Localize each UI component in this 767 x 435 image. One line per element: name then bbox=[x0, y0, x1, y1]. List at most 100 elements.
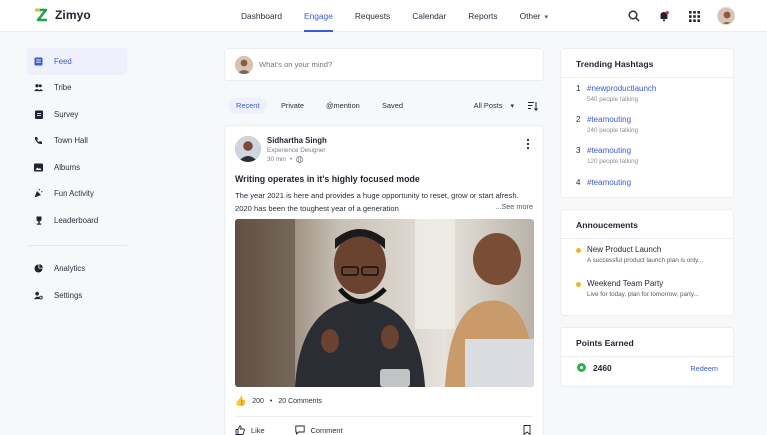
sidebar-item-albums[interactable]: Albums bbox=[27, 154, 127, 181]
trending-tag[interactable]: #newproductlaunch bbox=[587, 84, 656, 93]
sidebar-item-tribe[interactable]: Tribe bbox=[27, 75, 127, 102]
posts-filter-select[interactable]: All Posts ▾ bbox=[474, 98, 514, 114]
post-meta: 30 min • bbox=[267, 156, 304, 163]
comment-button[interactable]: Comment bbox=[294, 425, 343, 435]
app-logo[interactable]: Zimyo bbox=[33, 7, 91, 23]
trending-rank: 1 bbox=[576, 84, 581, 93]
dot-separator: • bbox=[269, 398, 273, 405]
sidebar-item-label: Town Hall bbox=[54, 136, 88, 146]
points-coin-icon bbox=[577, 363, 586, 372]
sidebar-item-label: Survey bbox=[54, 109, 79, 119]
sidebar-item-settings[interactable]: Settings bbox=[27, 282, 127, 309]
globe-icon bbox=[296, 156, 304, 163]
post-image[interactable] bbox=[235, 219, 534, 387]
post-author-role: Experience Designer bbox=[267, 147, 326, 154]
user-avatar[interactable] bbox=[717, 7, 735, 25]
announcement-dot bbox=[576, 248, 581, 253]
nav-other[interactable]: Other ▾ bbox=[520, 0, 548, 32]
sidebar-item-feed[interactable]: Feed bbox=[27, 48, 127, 75]
people-icon bbox=[34, 83, 43, 92]
post-title: Writing operates in it's highly focused … bbox=[235, 174, 420, 184]
filter-tab-saved[interactable]: Saved bbox=[374, 98, 411, 114]
sidebar-item-survey[interactable]: Survey bbox=[27, 101, 127, 128]
nav-reports[interactable]: Reports bbox=[468, 0, 497, 32]
like-button[interactable]: Like bbox=[235, 425, 265, 435]
party-icon bbox=[34, 189, 43, 198]
sidebar-item-leaderboard[interactable]: Leaderboard bbox=[27, 207, 127, 234]
sidebar-item-fun-activity[interactable]: Fun Activity bbox=[27, 181, 127, 208]
sort-icon[interactable] bbox=[528, 101, 538, 111]
clipboard-icon bbox=[34, 110, 43, 119]
post-time: 30 min bbox=[267, 156, 286, 163]
feed-post: Sidhartha Singh Experience Designer 30 m… bbox=[224, 125, 544, 435]
redeem-link[interactable]: Redeem bbox=[690, 364, 718, 373]
post-author-name[interactable]: Sidhartha Singh bbox=[267, 136, 327, 145]
trending-hashtags-card: Trending Hashtags 1 #newproductlaunch 54… bbox=[560, 48, 734, 198]
post-divider bbox=[235, 416, 533, 417]
more-options-icon[interactable] bbox=[525, 138, 531, 150]
sidebar-item-label: Albums bbox=[54, 162, 80, 172]
top-bar: Zimyo Dashboard Engage Requests Calendar… bbox=[0, 0, 767, 32]
feed-icon bbox=[34, 57, 43, 66]
nav-dashboard[interactable]: Dashboard bbox=[241, 0, 282, 32]
app-name: Zimyo bbox=[55, 8, 91, 22]
composer-input[interactable] bbox=[259, 60, 519, 69]
sidebar-item-label: Leaderboard bbox=[54, 215, 99, 225]
notification-bell-icon[interactable] bbox=[657, 9, 671, 23]
comment-label: Comment bbox=[310, 425, 343, 435]
post-actions: Like Comment bbox=[235, 425, 343, 435]
card-divider bbox=[561, 238, 733, 239]
analytics-icon bbox=[34, 264, 43, 273]
image-icon bbox=[34, 163, 43, 172]
nav-requests[interactable]: Requests bbox=[355, 0, 390, 32]
points-value: 2460 bbox=[593, 363, 612, 373]
nav-other-label: Other bbox=[519, 11, 541, 21]
card-title: Points Earned bbox=[576, 338, 634, 348]
comments-count[interactable]: 20 Comments bbox=[278, 398, 322, 405]
post-composer[interactable] bbox=[224, 48, 544, 81]
announcement-title[interactable]: Weekend Team Party bbox=[587, 279, 663, 288]
sidebar: Feed Tribe Survey Town Hall Albums Fun A… bbox=[27, 48, 127, 309]
reactions-count[interactable]: 200 bbox=[252, 398, 264, 405]
bookmark-icon[interactable] bbox=[523, 425, 531, 435]
sidebar-item-label: Settings bbox=[54, 290, 83, 300]
trending-tag[interactable]: #teamouting bbox=[587, 115, 631, 124]
trending-rank: 4 bbox=[576, 178, 581, 187]
sidebar-item-label: Feed bbox=[54, 56, 72, 66]
trending-count: 240 people talking bbox=[587, 127, 639, 134]
see-more-link[interactable]: ...See more bbox=[495, 202, 533, 211]
trending-count: 540 people talking bbox=[587, 96, 639, 103]
filter-tab-mention[interactable]: @mention bbox=[318, 98, 368, 114]
card-title: Annoucements bbox=[576, 220, 639, 230]
announcement-summary: Live for today, plan for tomorrow, party… bbox=[587, 291, 699, 298]
trending-count: 120 people talking bbox=[587, 158, 639, 165]
announcement-title[interactable]: New Product Launch bbox=[587, 245, 661, 254]
thumbs-up-emoji-icon: 👍 bbox=[235, 396, 247, 406]
sidebar-item-town-hall[interactable]: Town Hall bbox=[27, 128, 127, 155]
sidebar-divider bbox=[27, 244, 127, 246]
nav-calendar[interactable]: Calendar bbox=[412, 0, 446, 32]
trending-tag[interactable]: #teamouting bbox=[587, 178, 631, 187]
phone-icon bbox=[34, 136, 43, 145]
chevron-down-icon: ▾ bbox=[544, 14, 549, 21]
trending-list: 1 #newproductlaunch 540 people talking 2… bbox=[561, 49, 735, 187]
post-author-avatar[interactable] bbox=[235, 136, 261, 162]
top-actions bbox=[627, 0, 735, 32]
trending-rank: 3 bbox=[576, 146, 581, 155]
trending-rank: 2 bbox=[576, 115, 581, 124]
filter-tab-private[interactable]: Private bbox=[273, 98, 312, 114]
filter-tab-recent[interactable]: Recent bbox=[228, 98, 268, 114]
apps-grid-icon[interactable] bbox=[687, 9, 701, 23]
trending-tag[interactable]: #teamouting bbox=[587, 146, 631, 155]
zimyo-logo-icon bbox=[35, 8, 48, 22]
main-nav: Dashboard Engage Requests Calendar Repor… bbox=[241, 0, 570, 32]
user-gear-icon bbox=[34, 291, 43, 300]
post-body-line: The year 2021 is here and provides a hug… bbox=[235, 191, 519, 200]
sidebar-item-label: Tribe bbox=[54, 83, 72, 93]
announcement-dot bbox=[576, 282, 581, 287]
nav-engage[interactable]: Engage bbox=[303, 0, 333, 32]
search-icon[interactable] bbox=[627, 9, 641, 23]
sidebar-item-analytics[interactable]: Analytics bbox=[27, 256, 127, 283]
post-body: The year 2021 is here and provides a hug… bbox=[235, 189, 533, 215]
post-body-line: 2020 has been the toughest year of a gen… bbox=[235, 204, 399, 213]
